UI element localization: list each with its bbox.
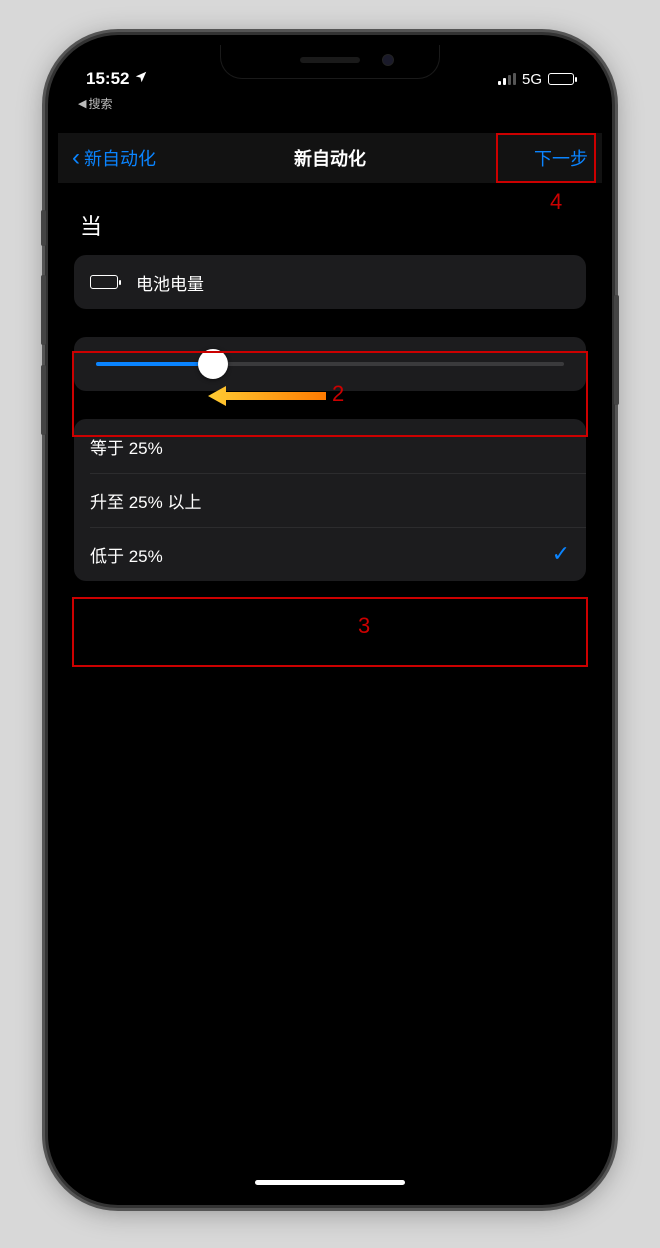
slider-group: [74, 337, 586, 391]
trigger-cell-battery[interactable]: 电池电量: [74, 255, 586, 309]
nav-back-label: 新自动化: [84, 145, 156, 171]
back-to-app-label: 搜索: [88, 95, 112, 112]
nav-next-button[interactable]: 下一步: [534, 145, 588, 171]
network-label: 5G: [522, 71, 542, 88]
option-equals[interactable]: 等于 25%: [74, 419, 586, 473]
cellular-signal-icon: [498, 73, 516, 85]
option-rises-above[interactable]: 升至 25% 以上: [74, 473, 586, 527]
navigation-bar: ‹ 新自动化 新自动化 下一步: [58, 133, 602, 183]
front-camera: [382, 54, 394, 66]
option-label: 升至 25% 以上: [90, 488, 201, 513]
trigger-group: 电池电量: [74, 255, 586, 309]
volume-down-button: [41, 365, 46, 435]
volume-up-button: [41, 275, 46, 345]
slider-fill: [96, 362, 213, 366]
back-to-app-button[interactable]: ◀ 搜索: [78, 95, 112, 112]
earpiece: [300, 57, 360, 63]
option-label: 低于 25%: [90, 542, 163, 567]
home-indicator[interactable]: [255, 1180, 405, 1185]
power-button: [614, 295, 619, 405]
mute-switch: [41, 210, 46, 246]
battery-outline-icon: [90, 275, 118, 289]
screen: 15:52 5G ◀ 搜索 ‹ 新自动化 新自动化 下一: [58, 45, 602, 1195]
slider-thumb[interactable]: [198, 349, 228, 379]
phone-frame: 15:52 5G ◀ 搜索 ‹ 新自动化 新自动化 下一: [48, 35, 612, 1205]
notch: [220, 45, 440, 79]
back-triangle-icon: ◀: [78, 97, 86, 110]
chevron-left-icon: ‹: [72, 146, 80, 170]
section-label-when: 当: [80, 209, 586, 241]
content-area: 当 电池电量 等于 25%: [58, 183, 602, 623]
location-icon: [134, 69, 148, 89]
trigger-label: 电池电量: [136, 270, 204, 295]
battery-level-slider[interactable]: [74, 337, 586, 391]
option-falls-below[interactable]: 低于 25% ✓: [74, 527, 586, 581]
battery-icon: [548, 73, 574, 85]
nav-back-button[interactable]: ‹ 新自动化: [72, 145, 156, 171]
checkmark-icon: ✓: [552, 541, 570, 567]
option-label: 等于 25%: [90, 434, 163, 459]
clock: 15:52: [86, 69, 129, 89]
condition-options-group: 等于 25% 升至 25% 以上 低于 25% ✓: [74, 419, 586, 581]
